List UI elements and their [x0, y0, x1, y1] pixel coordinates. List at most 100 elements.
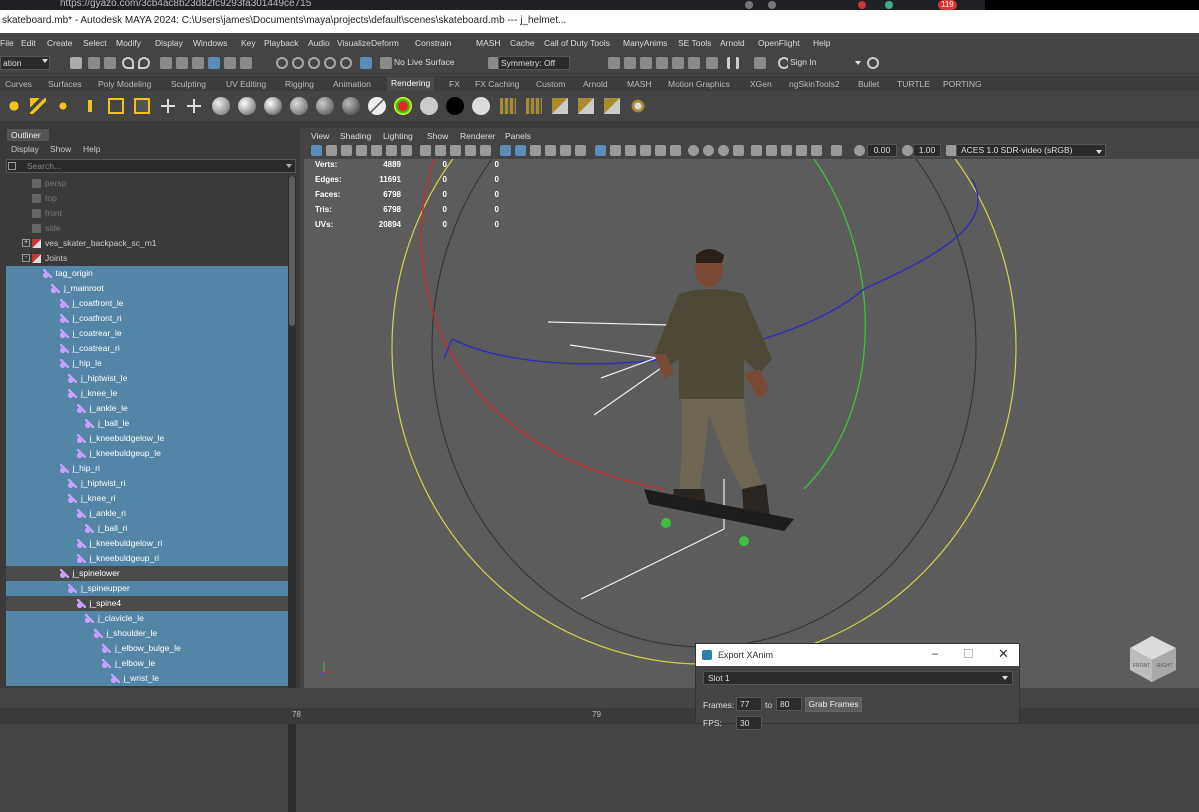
- layered-material-icon[interactable]: [342, 97, 360, 115]
- shelf-tab-motion-graphics[interactable]: Motion Graphics: [668, 79, 730, 89]
- shelf-tab-animation[interactable]: Animation: [333, 79, 371, 89]
- outliner-joint-row[interactable]: j_mainroot: [6, 281, 288, 296]
- view-cube[interactable]: FRONT RIGHT: [1130, 636, 1176, 682]
- menu-create[interactable]: Create: [47, 38, 73, 48]
- snap-view-icon[interactable]: [324, 57, 336, 69]
- menu-manyanims[interactable]: ManyAnims: [623, 38, 667, 48]
- select-camera-icon[interactable]: [311, 145, 322, 156]
- backface-cull-icon[interactable]: [751, 145, 762, 156]
- render-settings-icon[interactable]: [640, 57, 652, 69]
- outliner-menu-display[interactable]: Display: [11, 144, 39, 154]
- motion-blur-icon[interactable]: [640, 145, 651, 156]
- camera-icon[interactable]: [160, 98, 176, 114]
- outliner-node-row[interactable]: - Joints: [6, 251, 288, 266]
- viewport-menu-show[interactable]: Show: [427, 131, 448, 141]
- outliner-joint-row[interactable]: j_ankle_le: [6, 401, 288, 416]
- outliner-joint-row[interactable]: j_ball_le: [6, 416, 288, 431]
- shelf-tab-ngskintools2[interactable]: ngSkinTools2: [789, 79, 840, 89]
- outliner-joint-row[interactable]: j_hip_le: [6, 356, 288, 371]
- smooth-shade-icon[interactable]: [530, 145, 541, 156]
- select-hierarchy-icon[interactable]: [160, 57, 172, 69]
- film-gate-icon[interactable]: [420, 145, 431, 156]
- shelf-tab-porting[interactable]: PORTING: [943, 79, 982, 89]
- camera-gate-icon[interactable]: [796, 145, 807, 156]
- shelf-tab-curves[interactable]: Curves: [5, 79, 32, 89]
- ipr-render-icon[interactable]: [624, 57, 636, 69]
- outliner-joint-row[interactable]: j_kneebuldgelow_ri: [6, 536, 288, 551]
- shelf-tab-custom[interactable]: Custom: [536, 79, 565, 89]
- x-ray-active-icon[interactable]: [718, 145, 729, 156]
- outliner-joint-row[interactable]: j_spinelower: [6, 566, 288, 581]
- grab-frames-button[interactable]: Grab Frames: [805, 697, 862, 712]
- viewport-menu-renderer[interactable]: Renderer: [460, 131, 495, 141]
- directional-light-icon[interactable]: [30, 98, 46, 114]
- new-scene-icon[interactable]: [70, 57, 82, 69]
- viewport-menu-view[interactable]: View: [311, 131, 329, 141]
- expand-toggle-icon[interactable]: -: [22, 254, 30, 262]
- image-plane-icon[interactable]: [356, 145, 367, 156]
- outliner-menu-show[interactable]: Show: [50, 144, 71, 154]
- use-all-lights-icon[interactable]: [595, 145, 606, 156]
- depth-of-field-icon[interactable]: [670, 145, 681, 156]
- bookmark-icon[interactable]: [341, 145, 352, 156]
- browser-url[interactable]: https://gyazo.com/3cb4ac8b23d82fc9293fa3…: [60, 0, 311, 9]
- outliner-joint-row[interactable]: j_ball_ri: [6, 521, 288, 536]
- minimize-icon[interactable]: –: [932, 648, 938, 660]
- shelf-tab-rendering[interactable]: Rendering: [387, 77, 435, 91]
- point-light-icon[interactable]: [55, 98, 71, 114]
- render-bake-icon[interactable]: [630, 98, 646, 114]
- scrollbar-thumb[interactable]: [289, 176, 295, 326]
- assign-material-icon[interactable]: [552, 98, 568, 114]
- snap-point-icon[interactable]: [308, 57, 320, 69]
- lambert-material-icon[interactable]: [212, 97, 230, 115]
- exposure-icon[interactable]: [854, 145, 865, 156]
- shelf-tab-poly-modeling[interactable]: Poly Modeling: [98, 79, 151, 89]
- phong-material-icon[interactable]: [264, 97, 282, 115]
- menu-edit[interactable]: Edit: [21, 38, 36, 48]
- viewport-2-icon[interactable]: [781, 145, 792, 156]
- snap-grid-icon[interactable]: [276, 57, 288, 69]
- outliner-search-input[interactable]: Search...: [6, 159, 296, 173]
- slot-dropdown[interactable]: Slot 1: [703, 671, 1013, 685]
- wireframe-icon[interactable]: [515, 145, 526, 156]
- outliner-node-row[interactable]: front: [6, 206, 288, 221]
- outliner-joint-row[interactable]: j_ankle_ri: [6, 506, 288, 521]
- close-icon[interactable]: ✕: [998, 646, 1009, 662]
- open-scene-icon[interactable]: [88, 57, 100, 69]
- use-background-icon[interactable]: [420, 97, 438, 115]
- exposure-field[interactable]: 0.00: [867, 144, 897, 157]
- share-icon[interactable]: [745, 1, 753, 9]
- ambient-light-icon[interactable]: [6, 98, 22, 114]
- camera-aim-icon[interactable]: [186, 98, 202, 114]
- outliner-joint-row[interactable]: j_hiptwist_le: [6, 371, 288, 386]
- select-object-icon[interactable]: [176, 57, 188, 69]
- outliner-tab[interactable]: Outliner: [7, 129, 49, 141]
- outliner-node-row[interactable]: + ves_skater_backpack_sc_m1: [6, 236, 288, 251]
- menu-mash[interactable]: MASH: [476, 38, 501, 48]
- anisotropic-material-icon[interactable]: [316, 97, 334, 115]
- phonge-material-icon[interactable]: [290, 97, 308, 115]
- outliner-node-row[interactable]: side: [6, 221, 288, 236]
- shelf-tab-sculpting[interactable]: Sculpting: [171, 79, 206, 89]
- viewport-menu-panels[interactable]: Panels: [505, 131, 531, 141]
- menu-openflight[interactable]: OpenFlight: [758, 38, 800, 48]
- search-options-icon[interactable]: [8, 162, 16, 170]
- screen-space-ao-icon[interactable]: [625, 145, 636, 156]
- outliner-joint-row[interactable]: j_spineupper: [6, 581, 288, 596]
- sign-in-dropdown[interactable]: Sign In: [788, 56, 862, 70]
- safe-action-icon[interactable]: [480, 145, 491, 156]
- outliner-joint-row[interactable]: j_spine4: [6, 596, 288, 611]
- fps-field[interactable]: 30: [736, 716, 762, 730]
- outliner-joint-row[interactable]: j_hip_ri: [6, 461, 288, 476]
- help-search-icon[interactable]: [867, 57, 879, 69]
- arnold-render-icon[interactable]: [688, 57, 700, 69]
- aspect-icon[interactable]: [811, 145, 822, 156]
- outliner-joint-row[interactable]: j_elbow_bulge_le: [6, 641, 288, 656]
- paint-select-icon[interactable]: [240, 57, 252, 69]
- menu-key[interactable]: Key: [241, 38, 256, 48]
- frame-start-field[interactable]: 77: [736, 697, 762, 711]
- volume-light-icon[interactable]: [134, 98, 150, 114]
- outliner-joint-row[interactable]: j_knee_le: [6, 386, 288, 401]
- outliner-node-row[interactable]: top: [6, 191, 288, 206]
- arnold-ipr-icon[interactable]: [706, 57, 718, 69]
